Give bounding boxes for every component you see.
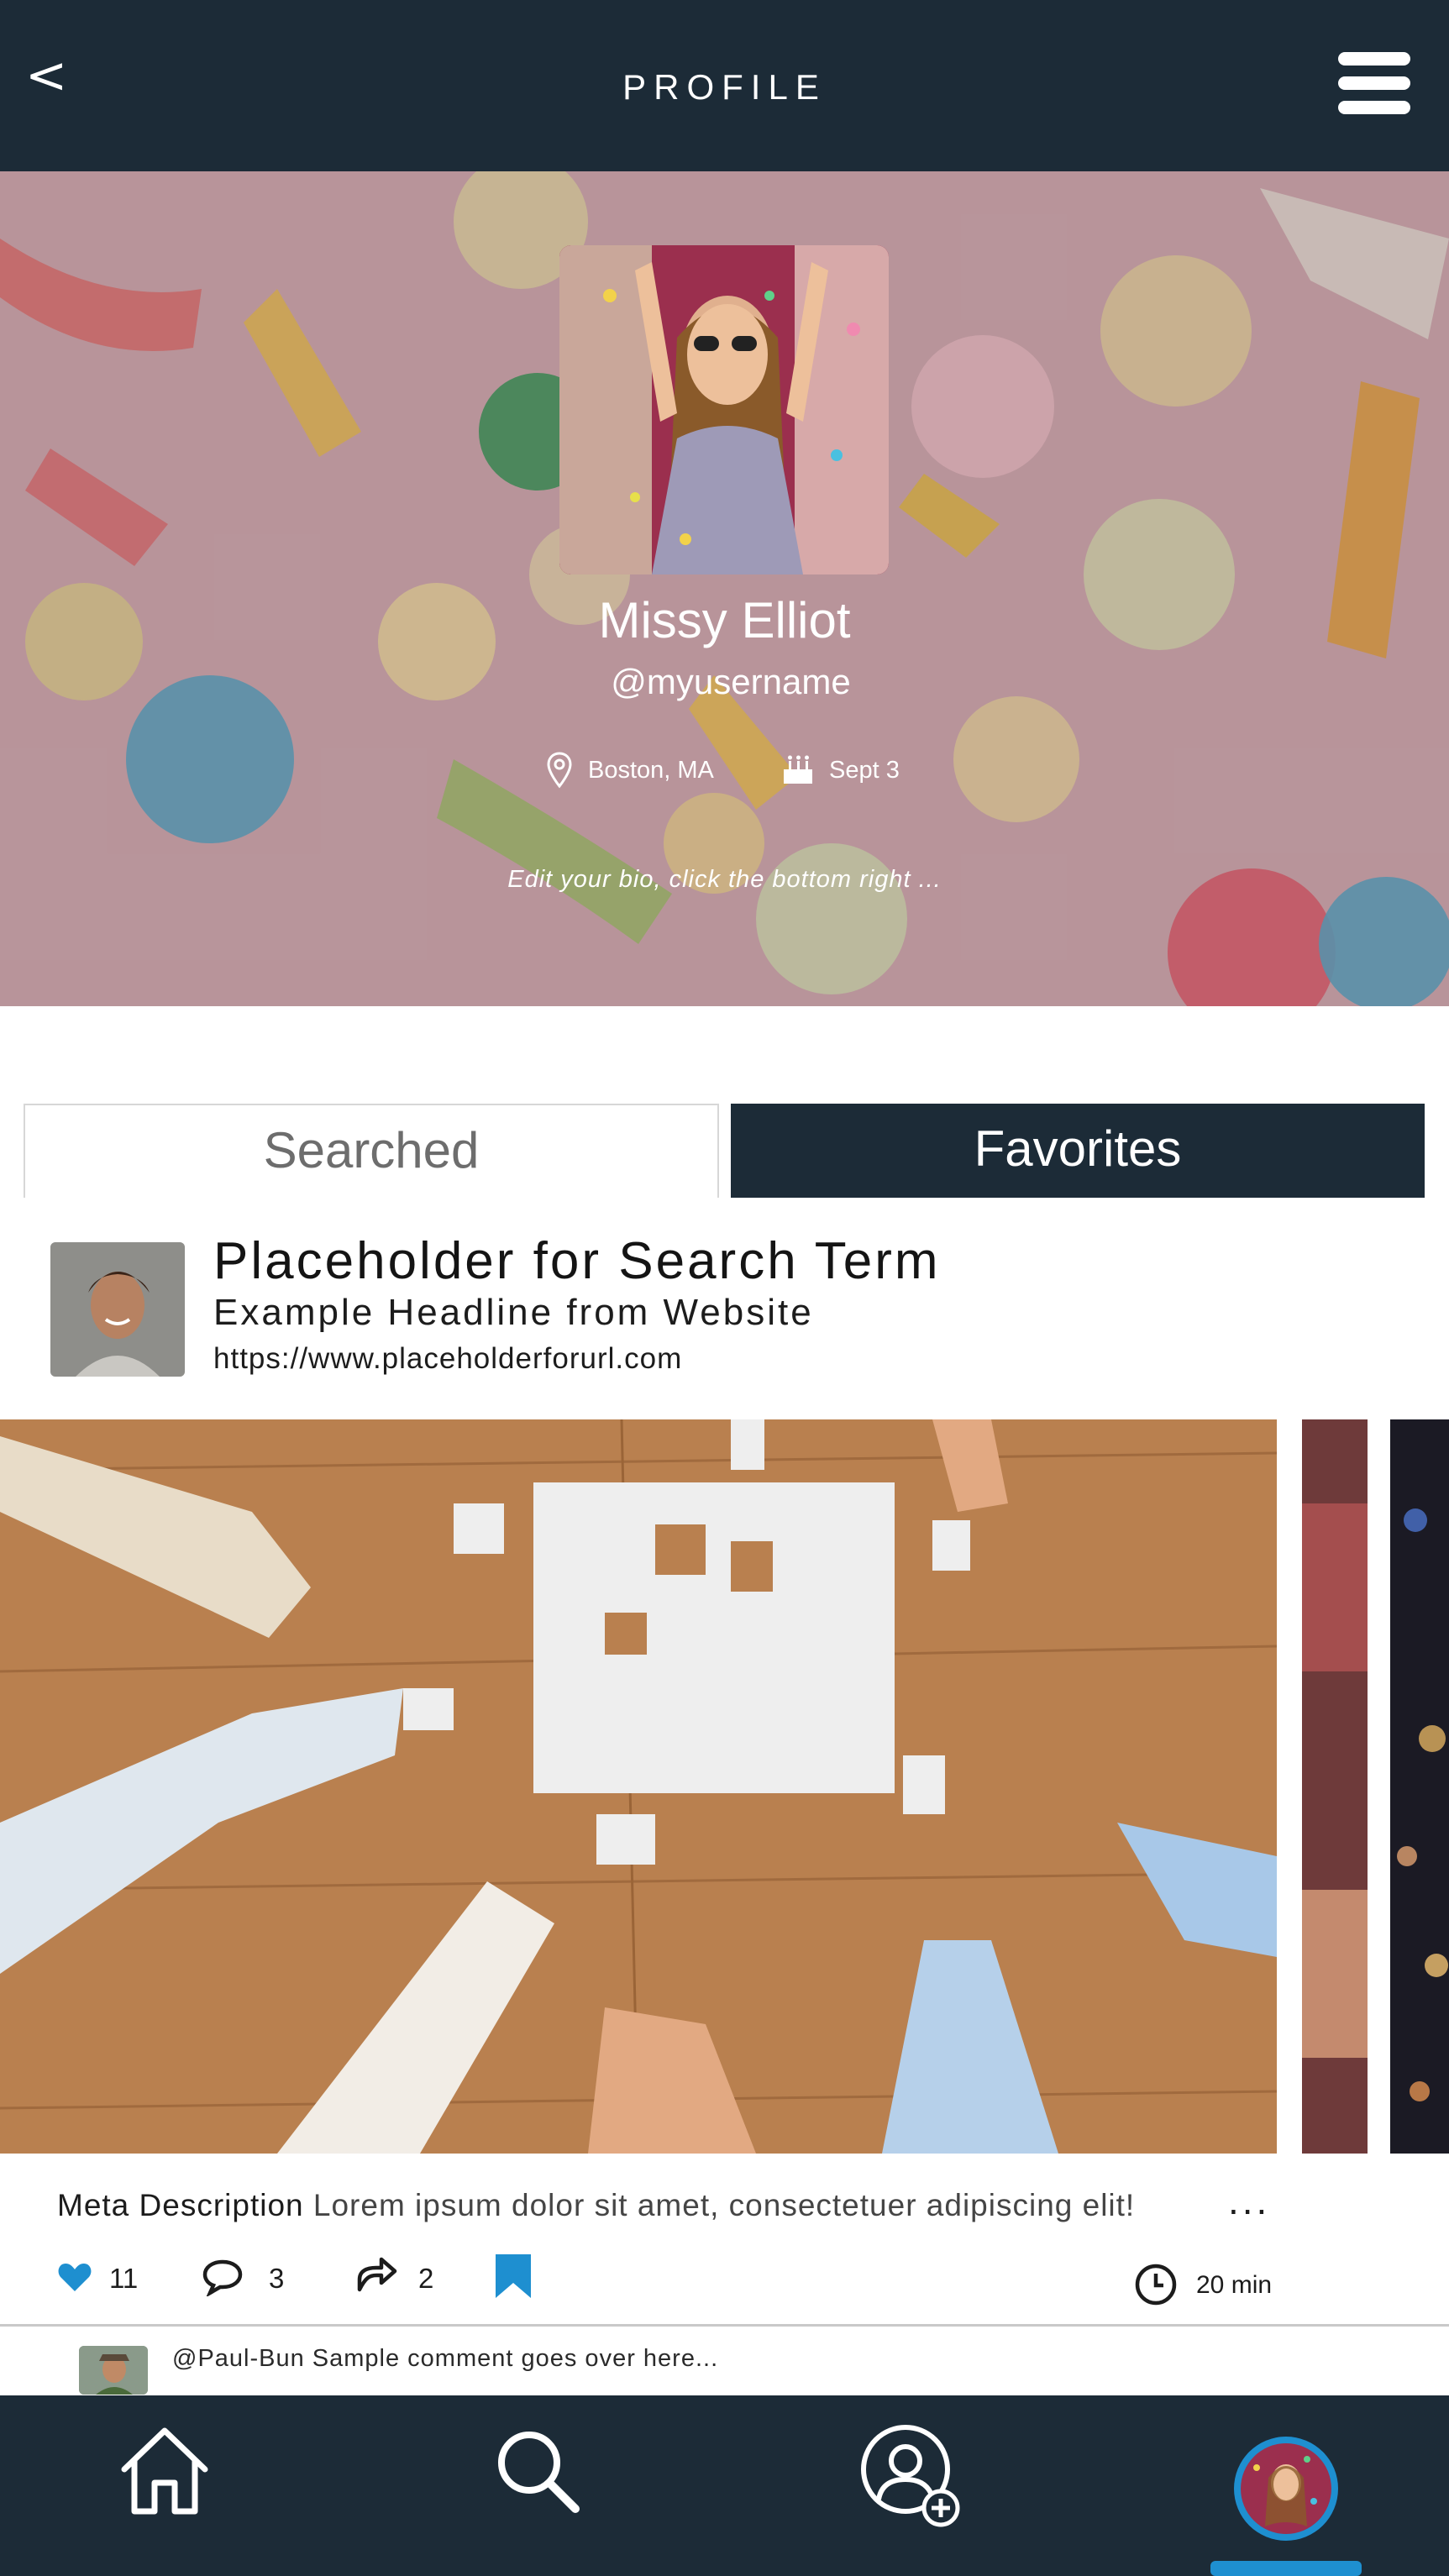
commenter-photo (79, 2346, 148, 2395)
carousel-photo-2 (1302, 1419, 1368, 2154)
share-arrow-icon (357, 2257, 397, 2292)
heart-icon (58, 2264, 92, 2291)
comment-button[interactable]: 3 (202, 2254, 294, 2301)
author-photo (50, 1242, 185, 1377)
birthday-cake-icon (784, 755, 812, 784)
location-pin-icon (547, 752, 572, 789)
profile-avatar[interactable] (1231, 2434, 1341, 2543)
post-title[interactable]: Placeholder for Search Term (213, 1231, 941, 1291)
carousel-image-2[interactable] (1302, 1419, 1368, 2154)
clock-icon (1135, 2264, 1177, 2306)
comment-bubble-icon (202, 2259, 243, 2296)
meta-description: Meta Description Lorem ipsum dolor sit a… (57, 2188, 1135, 2223)
share-button[interactable]: 2 (354, 2254, 447, 2301)
puzzle-photo (0, 1419, 1277, 2154)
post-author-avatar[interactable] (50, 1242, 185, 1377)
add-user-icon-svg (861, 2425, 960, 2527)
location-text: Boston, MA (588, 757, 714, 784)
profile-hero: Missy Elliot @myusername Boston, MA Sept… (0, 171, 1449, 1006)
bottom-navigation (0, 2395, 1449, 2576)
bookmark-icon (496, 2254, 531, 2298)
home-icon-svg (121, 2427, 208, 2515)
meta-label: Meta Description (57, 2188, 304, 2222)
nav-active-indicator (1210, 2561, 1362, 2576)
add-user-icon[interactable] (857, 2421, 966, 2530)
like-button[interactable]: 11 (57, 2254, 158, 2301)
read-time-text: 20 min (1196, 2271, 1273, 2299)
search-icon[interactable] (487, 2421, 588, 2521)
comment-text[interactable]: @Paul-Bun Sample comment goes over here.… (172, 2345, 718, 2373)
meta-text: Lorem ipsum dolor sit amet, consectetuer… (303, 2188, 1136, 2222)
post-main-image[interactable] (0, 1419, 1277, 2154)
search-icon-svg (498, 2432, 580, 2513)
bio-text[interactable]: Edit your bio, click the bottom right ..… (0, 866, 1449, 894)
page-title: PROFILE (622, 67, 827, 107)
more-options-button[interactable]: ... (1228, 2181, 1278, 2226)
post-url[interactable]: https://www.placeholderforurl.com (213, 1342, 682, 1376)
commenter-avatar[interactable] (79, 2346, 148, 2395)
tab-favorites[interactable]: Favorites (731, 1104, 1425, 1198)
profile-photo (559, 245, 889, 574)
birthday-text: Sept 3 (829, 757, 900, 784)
hamburger-menu-icon[interactable] (1338, 52, 1410, 114)
home-icon[interactable] (114, 2421, 215, 2521)
carousel-photo-3 (1390, 1419, 1449, 2154)
profile-avatar-large[interactable] (559, 245, 889, 574)
profile-avatar-nav-svg (1234, 2437, 1338, 2541)
profile-name: Missy Elliot (598, 592, 851, 648)
bookmark-button[interactable] (494, 2254, 536, 2301)
like-count: 11 (109, 2263, 139, 2294)
profile-username: @myusername (611, 662, 851, 701)
tab-searched[interactable]: Searched (24, 1104, 719, 1198)
share-count: 2 (418, 2263, 434, 2294)
post-headline[interactable]: Example Headline from Website (213, 1292, 814, 1334)
top-bar: < PROFILE (0, 0, 1449, 171)
comment-count: 3 (269, 2263, 285, 2294)
carousel-image-3[interactable] (1390, 1419, 1449, 2154)
